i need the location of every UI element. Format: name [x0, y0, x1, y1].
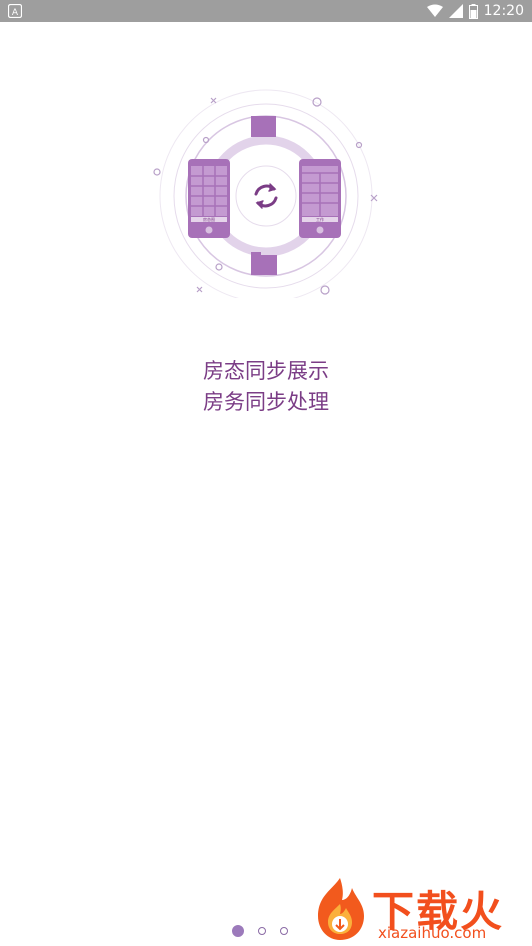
- watermark-url: xiazaihuo.com: [378, 924, 487, 942]
- headline-line-2: 房务同步处理: [203, 390, 329, 414]
- page-dot-2[interactable]: [258, 927, 266, 935]
- a-notification-icon: A: [8, 4, 22, 18]
- right-phone-icon: 工作: [299, 159, 341, 238]
- onboarding-headline: 房态同步展示 房务同步处理: [0, 356, 532, 418]
- flame-logo-icon: [318, 878, 364, 940]
- status-time: 12:20: [483, 3, 524, 19]
- headline-line-1: 房态同步展示: [203, 359, 329, 383]
- svg-text:A: A: [12, 8, 19, 18]
- wifi-icon: [426, 4, 443, 17]
- top-doc-icon: [251, 116, 276, 137]
- watermark: 下载火 xiazaihuo.com: [310, 872, 532, 946]
- page-dot-3[interactable]: [280, 927, 288, 935]
- folder-icon: [251, 252, 277, 275]
- status-bar: A 12:20: [0, 0, 532, 22]
- right-phone-label: 工作: [316, 216, 324, 222]
- page-dot-1[interactable]: [232, 925, 244, 937]
- signal-icon: [448, 4, 463, 18]
- left-phone-label: 房态图: [203, 216, 215, 222]
- left-phone-icon: 房态图: [188, 159, 230, 238]
- sync-illustration: 房态图 工作: [153, 89, 378, 298]
- battery-icon: [468, 3, 478, 19]
- page-indicator: [232, 924, 288, 938]
